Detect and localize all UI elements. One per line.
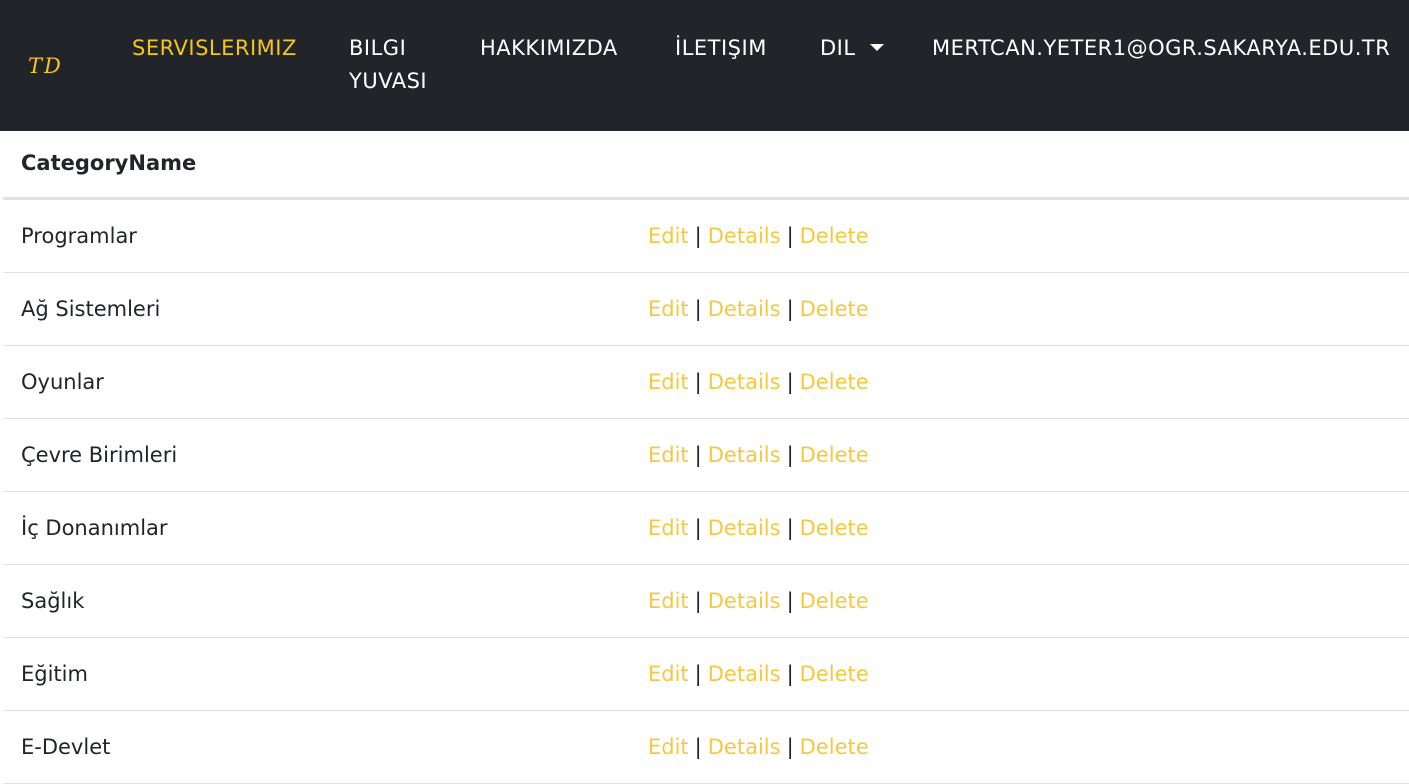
- category-name-cell: Ağ Sistemleri: [21, 297, 161, 321]
- separator: |: [786, 297, 794, 321]
- edit-link[interactable]: Edit: [648, 443, 689, 467]
- delete-link[interactable]: Delete: [800, 443, 869, 467]
- row-actions: Edit | Details | Delete: [648, 662, 869, 686]
- delete-link[interactable]: Delete: [800, 735, 869, 759]
- separator: |: [694, 662, 702, 686]
- details-link[interactable]: Details: [708, 589, 781, 613]
- separator: |: [694, 224, 702, 248]
- chevron-down-icon: [869, 44, 884, 51]
- nav-link-services[interactable]: SERVISLERIMIZ: [132, 32, 297, 65]
- details-link[interactable]: Details: [708, 735, 781, 759]
- separator: |: [694, 370, 702, 394]
- separator: |: [786, 589, 794, 613]
- table-row: Sağlık Edit | Details | Delete: [3, 565, 1409, 638]
- row-actions: Edit | Details | Delete: [648, 735, 869, 759]
- edit-link[interactable]: Edit: [648, 516, 689, 540]
- delete-link[interactable]: Delete: [800, 516, 869, 540]
- edit-link[interactable]: Edit: [648, 735, 689, 759]
- details-link[interactable]: Details: [708, 224, 781, 248]
- edit-link[interactable]: Edit: [648, 297, 689, 321]
- category-name-cell: İç Donanımlar: [21, 516, 168, 540]
- nav-link-contact[interactable]: İLETIŞIM: [675, 32, 767, 65]
- separator: |: [694, 589, 702, 613]
- nav-user-account[interactable]: MERTCAN.YETER1@OGR.SAKARYA.EDU.TR: [932, 32, 1390, 65]
- table-row: Oyunlar Edit | Details | Delete: [3, 346, 1409, 419]
- nav-language-dropdown[interactable]: DIL: [820, 32, 884, 65]
- delete-link[interactable]: Delete: [800, 589, 869, 613]
- edit-link[interactable]: Edit: [648, 224, 689, 248]
- separator: |: [694, 297, 702, 321]
- nav-link-knowledge-base[interactable]: BILGI YUVASI: [349, 32, 439, 98]
- separator: |: [786, 224, 794, 248]
- separator: |: [694, 443, 702, 467]
- details-link[interactable]: Details: [708, 297, 781, 321]
- separator: |: [786, 370, 794, 394]
- category-name-cell: Sağlık: [21, 589, 85, 613]
- row-actions: Edit | Details | Delete: [648, 516, 869, 540]
- edit-link[interactable]: Edit: [648, 370, 689, 394]
- details-link[interactable]: Details: [708, 662, 781, 686]
- nav-link-about[interactable]: HAKKIMIZDA: [480, 32, 618, 65]
- category-name-cell: Eğitim: [21, 662, 88, 686]
- brand-logo[interactable]: TD: [28, 54, 63, 78]
- table-row: Eğitim Edit | Details | Delete: [3, 638, 1409, 711]
- separator: |: [786, 516, 794, 540]
- category-table: CategoryName Programlar Edit | Details | Del…: [3, 131, 1409, 784]
- row-actions: Edit | Details | Delete: [648, 224, 869, 248]
- table-row: Ağ Sistemleri Edit | Details | Delete: [3, 273, 1409, 346]
- delete-link[interactable]: Delete: [800, 370, 869, 394]
- row-actions: Edit | Details | Delete: [648, 589, 869, 613]
- separator: |: [694, 735, 702, 759]
- column-header-category-name: CategoryName: [21, 151, 197, 175]
- language-label: DIL: [820, 36, 856, 60]
- category-name-cell: Oyunlar: [21, 370, 104, 394]
- separator: |: [786, 443, 794, 467]
- category-name-cell: Programlar: [21, 224, 137, 248]
- table-row: Çevre Birimleri Edit | Details | Delete: [3, 419, 1409, 492]
- details-link[interactable]: Details: [708, 516, 781, 540]
- row-actions: Edit | Details | Delete: [648, 443, 869, 467]
- table-row: İç Donanımlar Edit | Details | Delete: [3, 492, 1409, 565]
- edit-link[interactable]: Edit: [648, 589, 689, 613]
- row-actions: Edit | Details | Delete: [648, 370, 869, 394]
- table-header: CategoryName: [3, 131, 1409, 200]
- edit-link[interactable]: Edit: [648, 662, 689, 686]
- top-navbar: TD SERVISLERIMIZ BILGI YUVASI HAKKIMIZDA…: [0, 0, 1409, 131]
- category-name-cell: E-Devlet: [21, 735, 111, 759]
- delete-link[interactable]: Delete: [800, 297, 869, 321]
- row-actions: Edit | Details | Delete: [648, 297, 869, 321]
- details-link[interactable]: Details: [708, 443, 781, 467]
- separator: |: [694, 516, 702, 540]
- separator: |: [786, 735, 794, 759]
- delete-link[interactable]: Delete: [800, 662, 869, 686]
- details-link[interactable]: Details: [708, 370, 781, 394]
- separator: |: [786, 662, 794, 686]
- table-row: Programlar Edit | Details | Delete: [3, 200, 1409, 273]
- delete-link[interactable]: Delete: [800, 224, 869, 248]
- table-row: E-Devlet Edit | Details | Delete: [3, 711, 1409, 784]
- table-body: Programlar Edit | Details | Delete Ağ Sistem…: [3, 200, 1409, 784]
- category-name-cell: Çevre Birimleri: [21, 443, 178, 467]
